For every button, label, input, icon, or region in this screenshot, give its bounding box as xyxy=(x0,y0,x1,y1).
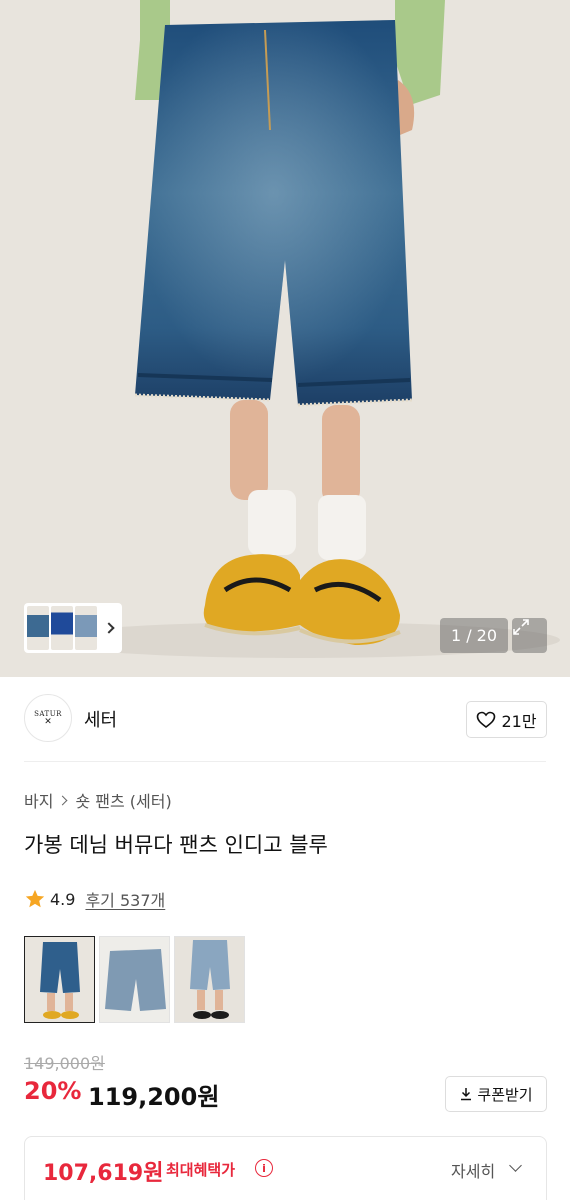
coupon-button[interactable]: 쿠폰받기 xyxy=(445,1076,547,1112)
heart-icon xyxy=(477,711,496,728)
chevron-down-icon[interactable] xyxy=(509,1159,522,1172)
download-icon xyxy=(461,1088,472,1101)
original-price: 149,000원 xyxy=(24,1054,105,1073)
image-counter: 1 / 20 xyxy=(440,618,508,653)
max-benefit-label: 최대혜택가 xyxy=(166,1161,236,1179)
review-link[interactable]: 후기 537개 xyxy=(85,887,165,911)
option-image xyxy=(175,937,244,1022)
color-options xyxy=(24,936,245,1023)
info-icon[interactable]: i xyxy=(255,1159,273,1177)
coupon-label: 쿠폰받기 xyxy=(477,1085,533,1104)
brand-name[interactable]: 세터 xyxy=(84,706,117,732)
rating-row: 4.9 후기 537개 xyxy=(24,887,165,911)
rating-score: 4.9 xyxy=(50,889,76,909)
brand-logo-mark: ✕ xyxy=(44,716,52,727)
like-button[interactable]: 21만 xyxy=(466,701,547,738)
breadcrumb: 바지 숏 팬츠 (세터) xyxy=(24,788,172,812)
gallery-thumb-2[interactable] xyxy=(51,606,73,650)
model-photo xyxy=(0,0,570,677)
option-image xyxy=(100,937,169,1022)
brand-row: SATUR ✕ 세터 21만 xyxy=(0,690,570,748)
option-thumb-indigo[interactable] xyxy=(24,936,95,1023)
max-benefit-box[interactable]: 107,619원 최대혜택가 i 자세히 xyxy=(24,1136,547,1200)
sale-price: 119,200원 xyxy=(88,1083,220,1111)
like-count: 21만 xyxy=(501,711,537,731)
chevron-right-icon[interactable] xyxy=(103,622,115,634)
discount-rate: 20% xyxy=(24,1077,82,1105)
product-title: 가봉 데님 버뮤다 팬츠 인디고 블루 xyxy=(24,833,328,857)
brand-logo[interactable]: SATUR ✕ xyxy=(24,694,72,742)
option-image xyxy=(25,937,94,1022)
breadcrumb-category[interactable]: 바지 xyxy=(24,788,53,812)
chevron-right-icon xyxy=(58,795,68,805)
divider xyxy=(24,761,546,762)
star-icon xyxy=(25,889,45,908)
max-benefit-price: 107,619원 xyxy=(43,1161,164,1186)
expand-icon[interactable] xyxy=(512,618,547,653)
gallery-thumbnail-strip[interactable] xyxy=(24,603,122,653)
product-hero-image[interactable]: 1 / 20 xyxy=(0,0,570,677)
gallery-thumb-3[interactable] xyxy=(75,606,97,650)
gallery-thumb-1[interactable] xyxy=(27,606,49,650)
option-thumb-washed[interactable] xyxy=(174,936,245,1023)
option-thumb-light-blue[interactable] xyxy=(99,936,170,1023)
breadcrumb-subcategory[interactable]: 숏 팬츠 (세터) xyxy=(75,788,171,812)
detail-link[interactable]: 자세히 xyxy=(451,1158,495,1182)
